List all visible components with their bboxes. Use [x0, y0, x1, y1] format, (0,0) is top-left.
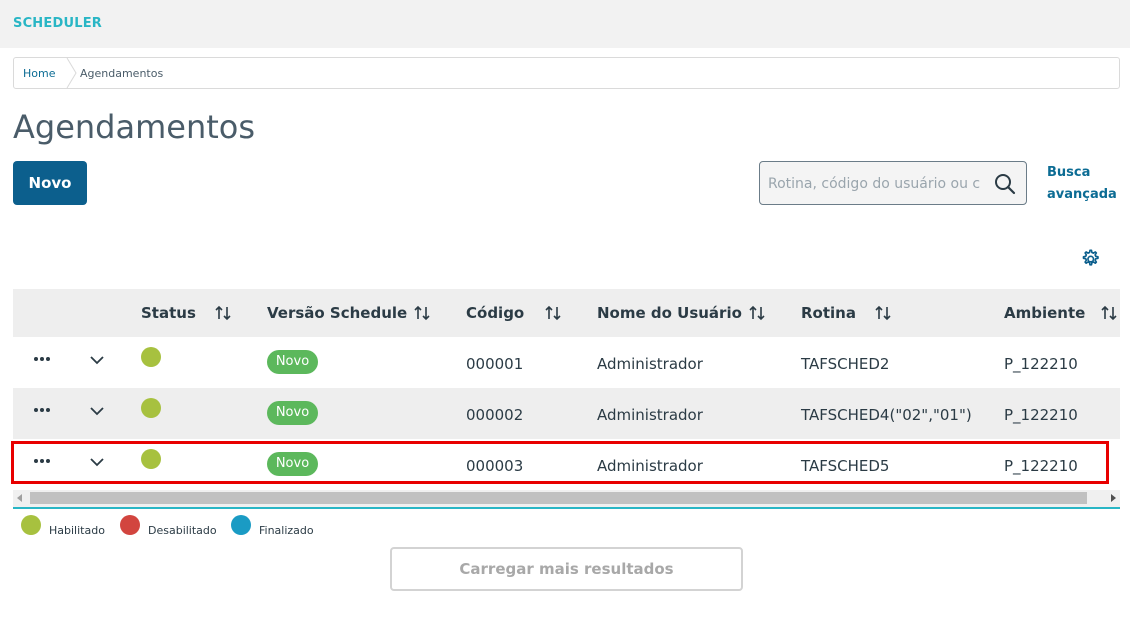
- new-button[interactable]: Novo: [13, 161, 87, 205]
- scroll-left-icon[interactable]: [17, 494, 22, 502]
- legend-label: Finalizado: [259, 524, 314, 537]
- sort-icon[interactable]: [1100, 304, 1118, 322]
- legend-dot: [21, 515, 41, 535]
- more-actions-icon[interactable]: [33, 354, 51, 364]
- cell-routine: TAFSCHED5: [801, 457, 890, 475]
- divider: [13, 507, 1120, 509]
- column-header-user[interactable]: Nome do Usuário: [597, 304, 742, 322]
- cell-environment: P_122210: [1004, 457, 1078, 475]
- cell-environment: P_122210: [1004, 406, 1078, 424]
- page-title: Agendamentos: [13, 108, 256, 146]
- column-header-routine[interactable]: Rotina: [801, 304, 856, 322]
- horizontal-scrollbar[interactable]: [13, 490, 1120, 507]
- load-more-button[interactable]: Carregar mais resultados: [390, 547, 743, 591]
- search-input[interactable]: [768, 174, 986, 194]
- more-actions-icon[interactable]: [33, 456, 51, 466]
- scroll-right-icon[interactable]: [1111, 494, 1116, 502]
- sort-icon[interactable]: [544, 304, 562, 322]
- breadcrumb: Home Agendamentos: [13, 57, 1120, 89]
- scrollbar-thumb[interactable]: [30, 492, 1087, 504]
- column-header-environment[interactable]: Ambiente: [1004, 304, 1085, 322]
- sort-icon[interactable]: [214, 304, 232, 322]
- cell-routine: TAFSCHED4("02","01"): [801, 406, 972, 424]
- status-dot: [141, 347, 161, 367]
- cell-code: 000001: [466, 355, 524, 373]
- legend-dot: [231, 515, 251, 535]
- column-header-version[interactable]: Versão Schedule: [267, 304, 407, 322]
- cell-user: Administrador: [597, 457, 703, 475]
- advanced-search-link[interactable]: Busca avançada: [1047, 162, 1117, 206]
- status-dot: [141, 398, 161, 418]
- gear-icon[interactable]: [1079, 248, 1101, 270]
- legend-label: Desabilitado: [148, 524, 217, 537]
- table-row[interactable]: Novo 000002 Administrador TAFSCHED4("02"…: [13, 388, 1120, 439]
- search-icon[interactable]: [994, 173, 1016, 195]
- chevron-down-icon[interactable]: [89, 404, 105, 418]
- legend-dot: [120, 515, 140, 535]
- status-dot: [141, 449, 161, 469]
- breadcrumb-separator-icon: [66, 58, 77, 88]
- column-header-status[interactable]: Status: [141, 304, 196, 322]
- more-actions-icon[interactable]: [33, 405, 51, 415]
- breadcrumb-home[interactable]: Home: [23, 67, 55, 80]
- column-header-code[interactable]: Código: [466, 304, 524, 322]
- cell-code: 000003: [466, 457, 524, 475]
- cell-environment: P_122210: [1004, 355, 1078, 373]
- sort-icon[interactable]: [874, 304, 892, 322]
- breadcrumb-current: Agendamentos: [80, 67, 164, 80]
- chevron-down-icon[interactable]: [89, 353, 105, 367]
- table-row[interactable]: Novo 000001 Administrador TAFSCHED2 P_12…: [13, 337, 1120, 388]
- legend-label: Habilitado: [49, 524, 105, 537]
- sort-icon[interactable]: [748, 304, 766, 322]
- app-title[interactable]: SCHEDULER: [13, 16, 102, 31]
- table-row[interactable]: Novo 000003 Administrador TAFSCHED5 P_12…: [13, 439, 1120, 490]
- table-header: Status Versão Schedule Código Nome do Us…: [13, 289, 1120, 337]
- cell-user: Administrador: [597, 355, 703, 373]
- top-bar: SCHEDULER: [0, 0, 1130, 48]
- sort-icon[interactable]: [413, 304, 431, 322]
- chevron-down-icon[interactable]: [89, 455, 105, 469]
- version-badge: Novo: [267, 452, 318, 476]
- search-box: [759, 161, 1027, 205]
- version-badge: Novo: [267, 350, 318, 374]
- cell-user: Administrador: [597, 406, 703, 424]
- cell-code: 000002: [466, 406, 524, 424]
- cell-routine: TAFSCHED2: [801, 355, 890, 373]
- version-badge: Novo: [267, 401, 318, 425]
